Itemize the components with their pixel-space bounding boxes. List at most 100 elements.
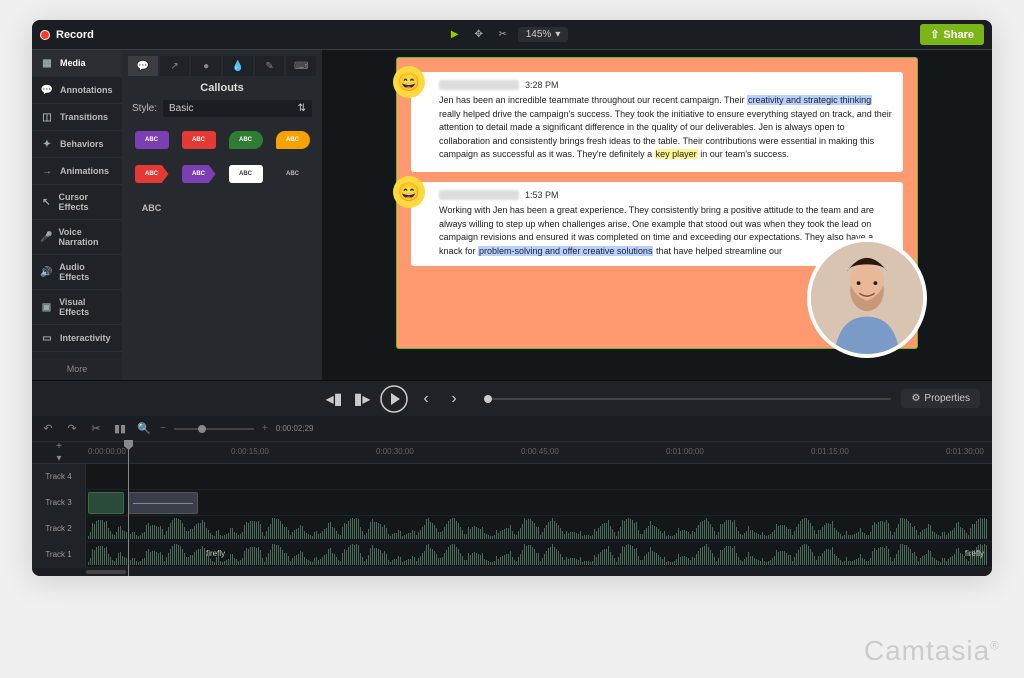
top-center-toolbar: ▶ ✥ ✂ 145% ▾	[446, 26, 569, 44]
playback-bar: ◂▮ ▮▸ ‹ › ⚙ Properties	[32, 380, 992, 416]
playback-controls: ◂▮ ▮▸ ‹ ›	[324, 385, 464, 413]
ruler-labels[interactable]: 0:00:00;00 0:00:15;00 0:00:30;00 0:00:45…	[86, 442, 992, 463]
comment-time: 3:28 PM	[525, 80, 559, 90]
track-content[interactable]	[86, 464, 992, 489]
callout-preset[interactable]: ABC	[224, 159, 267, 189]
shape-tab[interactable]: ●	[191, 56, 221, 76]
track-row[interactable]: Track 4	[32, 464, 992, 490]
track-label[interactable]: Track 3	[32, 490, 86, 515]
timeline-scrollbar[interactable]	[32, 568, 992, 576]
callout-preset[interactable]: ABC	[271, 159, 314, 189]
plus-icon[interactable]: +	[56, 441, 62, 452]
scrollbar-thumb[interactable]	[86, 570, 126, 574]
arrow-tab[interactable]: ↗	[160, 56, 190, 76]
prev-frame-button[interactable]: ◂▮	[324, 389, 344, 409]
media-icon: ▦	[40, 57, 54, 69]
behaviors-icon: ✦	[40, 138, 54, 150]
track-label[interactable]: Track 1	[32, 542, 86, 567]
record-button[interactable]: Record	[40, 29, 94, 41]
undo-icon[interactable]: ↶	[40, 421, 56, 437]
hand-tool-icon[interactable]: ✥	[470, 26, 488, 44]
timeline-clip[interactable]	[128, 492, 198, 514]
redo-icon[interactable]: ↷	[64, 421, 80, 437]
blurred-name	[439, 80, 519, 90]
audio-waveform[interactable]	[88, 518, 990, 539]
callout-preset[interactable]: ABC	[130, 193, 173, 223]
timeline-clip[interactable]	[88, 492, 124, 514]
sidebar-tab-voice-narration[interactable]: 🎤Voice Narration	[32, 220, 122, 255]
sidebar-tab-interactivity[interactable]: ▭Interactivity	[32, 325, 122, 352]
callout-preset[interactable]: ABC	[130, 159, 173, 189]
share-button[interactable]: ⇧ Share	[920, 24, 984, 45]
callout-preset[interactable]: ABC	[177, 125, 220, 155]
upload-icon: ⇧	[930, 28, 939, 41]
interactivity-icon: ▭	[40, 332, 54, 344]
chevron-down-icon: ▾	[555, 29, 560, 40]
split-icon[interactable]: ▮▮	[112, 421, 128, 437]
gear-icon: ⚙	[911, 393, 920, 404]
track-content[interactable]: firefly firefly	[86, 542, 992, 567]
mic-icon: 🎤	[40, 231, 52, 243]
callout-tab[interactable]: 💬	[128, 56, 158, 76]
track-row[interactable]: Track 1 firefly firefly	[32, 542, 992, 568]
annotation-type-tabs: 💬 ↗ ● 💧 ✎ ⌨	[128, 56, 316, 76]
track-row[interactable]: Track 2	[32, 516, 992, 542]
blurred-name	[439, 190, 519, 200]
style-dropdown[interactable]: Basic⇅	[163, 100, 312, 117]
track-row[interactable]: Track 3	[32, 490, 992, 516]
sidebar-tab-media[interactable]: ▦Media	[32, 50, 122, 77]
keystroke-tab[interactable]: ⌨	[286, 56, 316, 76]
chevron-updown-icon: ⇅	[298, 103, 306, 114]
step-back-button[interactable]: ‹	[416, 389, 436, 409]
canvas-media[interactable]: 😄 3:28 PM Jen has been an incredible tea…	[397, 58, 917, 348]
sidebar-tab-visual-effects[interactable]: ▣Visual Effects	[32, 290, 122, 325]
next-frame-button[interactable]: ▮▸	[352, 389, 372, 409]
style-label: Style:	[132, 103, 157, 114]
track-content[interactable]	[86, 516, 992, 541]
track-label[interactable]: Track 2	[32, 516, 86, 541]
step-fwd-button[interactable]: ›	[444, 389, 464, 409]
panel-title: Callouts	[128, 82, 316, 94]
sidebar-tab-cursor-effects[interactable]: ↖Cursor Effects	[32, 185, 122, 220]
timeline-ruler[interactable]: + ▾ 0:00:00;00 0:00:15;00 0:00:30;00 0:0…	[32, 442, 992, 464]
callout-preset[interactable]: ABC	[177, 159, 220, 189]
playhead[interactable]	[128, 442, 129, 576]
sidebar-tab-behaviors[interactable]: ✦Behaviors	[32, 131, 122, 158]
track-content[interactable]	[86, 490, 992, 515]
record-icon	[40, 30, 50, 40]
zoom-dropdown[interactable]: 145% ▾	[518, 27, 569, 42]
playback-slider[interactable]	[484, 398, 891, 400]
annotations-icon: 💬	[40, 84, 54, 96]
callout-grid: ABC ABC ABC ABC ABC ABC ABC ABC ABC	[128, 125, 316, 223]
comment-text: Jen has been an incredible teammate thro…	[421, 94, 893, 162]
main-body: ▦Media 💬Annotations ◫Transitions ✦Behavi…	[32, 50, 992, 380]
timeline-toolbar: ↶ ↷ ✂ ▮▮ 🔍 − + 0:00:02;29	[32, 416, 992, 442]
callout-preset[interactable]: ABC	[130, 125, 173, 155]
callout-preset[interactable]: ABC	[271, 125, 314, 155]
sidebar-more[interactable]: More	[32, 358, 122, 380]
app-window: Record ▶ ✥ ✂ 145% ▾ ⇧ Share ▦Media 💬Anno…	[32, 20, 992, 576]
chevron-down-icon[interactable]: ▾	[56, 453, 61, 464]
sidebar-tab-annotations[interactable]: 💬Annotations	[32, 77, 122, 104]
cursor-tool-icon[interactable]: ▶	[446, 26, 464, 44]
webcam-overlay[interactable]	[807, 238, 927, 358]
play-button[interactable]	[380, 385, 408, 413]
animations-icon: →	[40, 165, 54, 177]
clip-title: firefly	[206, 549, 225, 558]
crop-tool-icon[interactable]: ✂	[494, 26, 512, 44]
properties-button[interactable]: ⚙ Properties	[901, 389, 980, 408]
sidebar-tab-audio-effects[interactable]: 🔊Audio Effects	[32, 255, 122, 290]
timeline-zoom-slider[interactable]	[174, 428, 254, 430]
annotations-panel: 💬 ↗ ● 💧 ✎ ⌨ Callouts Style: Basic⇅ ABC A…	[122, 50, 322, 380]
transitions-icon: ◫	[40, 111, 54, 123]
zoom-in-icon[interactable]: 🔍	[136, 421, 152, 437]
sketch-tab[interactable]: ✎	[255, 56, 285, 76]
comment-1: 😄 3:28 PM Jen has been an incredible tea…	[411, 72, 903, 172]
callout-preset[interactable]: ABC	[224, 125, 267, 155]
cut-icon[interactable]: ✂	[88, 421, 104, 437]
sidebar-tab-animations[interactable]: →Animations	[32, 158, 122, 185]
blur-tab[interactable]: 💧	[223, 56, 253, 76]
track-label[interactable]: Track 4	[32, 464, 86, 489]
canvas-area[interactable]: 😄 3:28 PM Jen has been an incredible tea…	[322, 50, 992, 380]
sidebar-tab-transitions[interactable]: ◫Transitions	[32, 104, 122, 131]
